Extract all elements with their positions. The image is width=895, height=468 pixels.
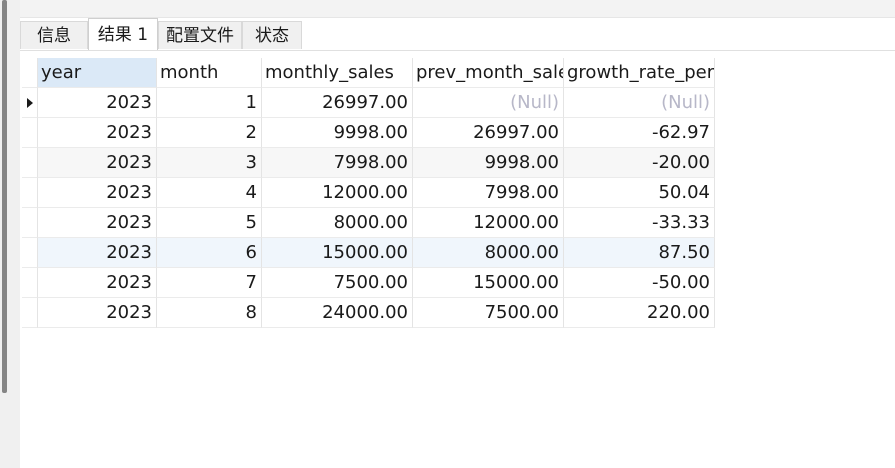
row-indicator[interactable]: [22, 268, 38, 298]
cell-growth-rate[interactable]: -20.00: [564, 148, 715, 178]
row-pointer-icon: [27, 98, 33, 108]
cell-month[interactable]: 6: [157, 238, 262, 268]
column-header-year[interactable]: year: [38, 58, 157, 88]
cell-prev-month-sales[interactable]: 8000.00: [413, 238, 564, 268]
tab-divider: [20, 50, 895, 51]
cell-year[interactable]: 2023: [38, 268, 157, 298]
table-row[interactable]: 2023 4 12000.00 7998.00 50.04: [22, 178, 715, 208]
cell-monthly-sales[interactable]: 9998.00: [262, 118, 413, 148]
cell-year[interactable]: 2023: [38, 148, 157, 178]
cell-prev-month-sales[interactable]: 7500.00: [413, 298, 564, 328]
table-row[interactable]: 2023 7 7500.00 15000.00 -50.00: [22, 268, 715, 298]
cell-year[interactable]: 2023: [38, 298, 157, 328]
cell-year[interactable]: 2023: [38, 208, 157, 238]
row-indicator[interactable]: [22, 118, 38, 148]
cell-month[interactable]: 7: [157, 268, 262, 298]
column-header-month[interactable]: month: [157, 58, 262, 88]
row-indicator[interactable]: [22, 208, 38, 238]
tab-label: 结果 1: [97, 25, 149, 45]
row-indicator[interactable]: [22, 298, 38, 328]
tab-status[interactable]: 状态: [242, 21, 302, 49]
cell-month[interactable]: 3: [157, 148, 262, 178]
cell-growth-rate[interactable]: 87.50: [564, 238, 715, 268]
cell-growth-rate[interactable]: 220.00: [564, 298, 715, 328]
cell-month[interactable]: 8: [157, 298, 262, 328]
column-header-prev-month-sales[interactable]: prev_month_sales: [413, 58, 564, 88]
row-indicator[interactable]: [22, 238, 38, 268]
tab-result-1[interactable]: 结果 1: [88, 18, 158, 50]
column-header-growth-rate[interactable]: growth_rate_perc: [564, 58, 715, 88]
cell-prev-month-sales[interactable]: 26997.00: [413, 118, 564, 148]
row-indicator[interactable]: [22, 178, 38, 208]
cell-year[interactable]: 2023: [38, 88, 157, 118]
cell-month[interactable]: 2: [157, 118, 262, 148]
tab-info[interactable]: 信息: [20, 21, 88, 49]
column-header-monthly-sales[interactable]: monthly_sales: [262, 58, 413, 88]
left-scrollbar[interactable]: [0, 0, 20, 468]
cell-monthly-sales[interactable]: 26997.00: [262, 88, 413, 118]
cell-year[interactable]: 2023: [38, 238, 157, 268]
row-indicator-header: [22, 58, 38, 88]
scrollbar-thumb[interactable]: [2, 0, 7, 393]
cell-monthly-sales[interactable]: 7998.00: [262, 148, 413, 178]
row-indicator[interactable]: [22, 88, 38, 118]
table-row[interactable]: 2023 8 24000.00 7500.00 220.00: [22, 298, 715, 328]
result-tabbar: 信息 结果 1 配置文件 状态: [20, 18, 895, 50]
cell-month[interactable]: 1: [157, 88, 262, 118]
cell-monthly-sales[interactable]: 7500.00: [262, 268, 413, 298]
cell-prev-month-sales[interactable]: 15000.00: [413, 268, 564, 298]
cell-growth-rate[interactable]: -62.97: [564, 118, 715, 148]
cell-month[interactable]: 5: [157, 208, 262, 238]
cell-monthly-sales[interactable]: 15000.00: [262, 238, 413, 268]
table-row[interactable]: 2023 3 7998.00 9998.00 -20.00: [22, 148, 715, 178]
tab-label: 信息: [37, 26, 71, 46]
cell-growth-rate[interactable]: -50.00: [564, 268, 715, 298]
tab-label: 状态: [255, 26, 289, 46]
table-row[interactable]: 2023 5 8000.00 12000.00 -33.33: [22, 208, 715, 238]
tab-profile[interactable]: 配置文件: [158, 21, 242, 49]
cell-monthly-sales[interactable]: 24000.00: [262, 298, 413, 328]
cell-monthly-sales[interactable]: 12000.00: [262, 178, 413, 208]
cell-prev-month-sales[interactable]: (Null): [413, 88, 564, 118]
table-row[interactable]: 2023 2 9998.00 26997.00 -62.97: [22, 118, 715, 148]
table-row[interactable]: 2023 1 26997.00 (Null) (Null): [22, 88, 715, 118]
cell-prev-month-sales[interactable]: 12000.00: [413, 208, 564, 238]
cell-growth-rate[interactable]: -33.33: [564, 208, 715, 238]
top-panel-strip: [20, 0, 895, 18]
cell-year[interactable]: 2023: [38, 118, 157, 148]
cell-prev-month-sales[interactable]: 7998.00: [413, 178, 564, 208]
header-row: year month monthly_sales prev_month_sale…: [22, 58, 715, 88]
cell-month[interactable]: 4: [157, 178, 262, 208]
cell-growth-rate[interactable]: 50.04: [564, 178, 715, 208]
cell-prev-month-sales[interactable]: 9998.00: [413, 148, 564, 178]
row-indicator[interactable]: [22, 148, 38, 178]
cell-growth-rate[interactable]: (Null): [564, 88, 715, 118]
cell-monthly-sales[interactable]: 8000.00: [262, 208, 413, 238]
cell-year[interactable]: 2023: [38, 178, 157, 208]
tab-label: 配置文件: [166, 26, 234, 46]
table-row[interactable]: 2023 6 15000.00 8000.00 87.50: [22, 238, 715, 268]
